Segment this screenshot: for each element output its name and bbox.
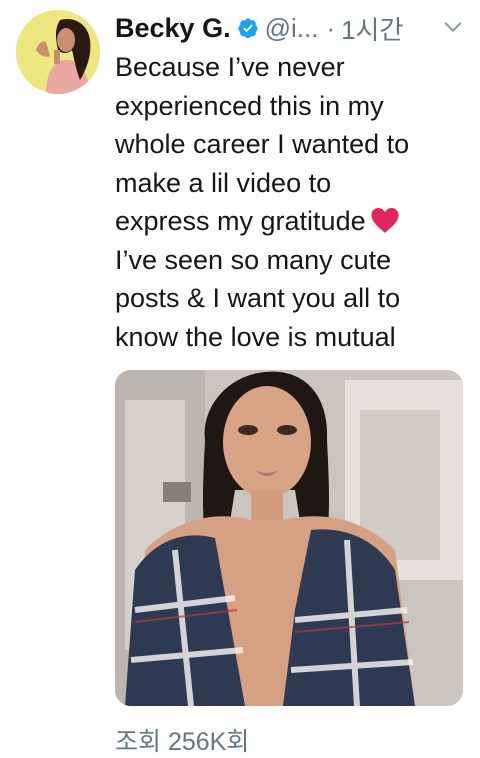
tweet-media-video[interactable] <box>115 370 463 706</box>
separator-dot: · <box>326 12 336 43</box>
red-heart-emoji <box>371 208 399 233</box>
tweet-text-line: I’ve seen so many cute <box>115 244 392 275</box>
author-handle[interactable]: @i... <box>265 13 319 44</box>
view-count: 조회 256K회 <box>115 728 250 756</box>
tweet-text-line: Because I’ve never <box>115 52 345 82</box>
tweet-text-line: experienced this in my <box>115 90 384 121</box>
tweet-timestamp[interactable]: 1시간 <box>341 10 403 47</box>
video-thumbnail <box>115 370 463 706</box>
chevron-down-icon[interactable] <box>442 16 464 38</box>
avatar[interactable] <box>16 10 100 94</box>
tweet-text-line: express my gratitude <box>115 206 366 236</box>
tweet-text-line: posts & I want you all to <box>115 283 401 313</box>
author-name[interactable]: Becky G. <box>115 13 231 44</box>
tweet-text-line: make a lil video to <box>115 167 332 198</box>
tweet-text-line: whole career I wanted to <box>115 129 410 159</box>
tweet-text-line: know the love is mutual <box>115 321 396 352</box>
tweet-text-line-with-heart: express my gratitude <box>115 202 465 241</box>
verified-badge-icon <box>237 18 258 39</box>
tweet-header: Becky G. @i... · 1시간 <box>115 8 466 48</box>
avatar-image <box>16 10 100 94</box>
tweet-text: Because I’ve never experienced this in m… <box>115 48 465 356</box>
